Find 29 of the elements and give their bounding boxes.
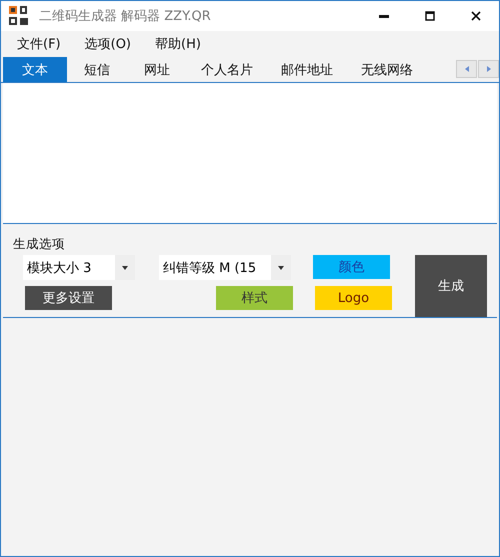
logo-button[interactable]: Logo [315, 286, 392, 310]
dropdown-caret-icon [278, 266, 284, 270]
maximize-icon [425, 11, 435, 21]
more-settings-button[interactable]: 更多设置 [25, 286, 112, 310]
tab[interactable]: 无线网络 [347, 57, 427, 82]
scroll-left-button[interactable] [456, 60, 477, 78]
tab[interactable]: 邮件地址 [267, 57, 347, 82]
menu-item[interactable]: 帮助(H) [155, 35, 201, 57]
style-button[interactable]: 样式 [216, 286, 293, 310]
left-arrow-icon [464, 66, 468, 72]
scroll-right-button[interactable] [478, 60, 499, 78]
tab[interactable]: 网址 [127, 57, 187, 82]
generate-button[interactable]: 生成 [414, 255, 487, 317]
dropdown-caret-icon [122, 266, 128, 270]
menu-item[interactable]: 选项(O) [84, 35, 132, 57]
minimize-icon [379, 14, 389, 18]
error-level-dropdown[interactable]: 纠错等级 M (15 [159, 255, 291, 280]
module-size-dropdown[interactable]: 模块大小 3 [23, 255, 135, 280]
window-title: 二维码生成器 解码器 ZZY.QR [39, 8, 212, 25]
close-icon [471, 11, 481, 21]
menu-item[interactable]: 文件(F) [17, 35, 61, 57]
color-button[interactable]: 颜色 [313, 255, 390, 279]
text-input-field[interactable] [3, 83, 497, 224]
qr-code-icon [9, 6, 29, 26]
tab[interactable]: 个人名片 [187, 57, 267, 82]
right-arrow-icon [486, 66, 490, 72]
tab[interactable]: 文本 [3, 57, 67, 82]
section-title: 生成选项 [13, 236, 66, 253]
tab[interactable]: 短信 [67, 57, 127, 82]
